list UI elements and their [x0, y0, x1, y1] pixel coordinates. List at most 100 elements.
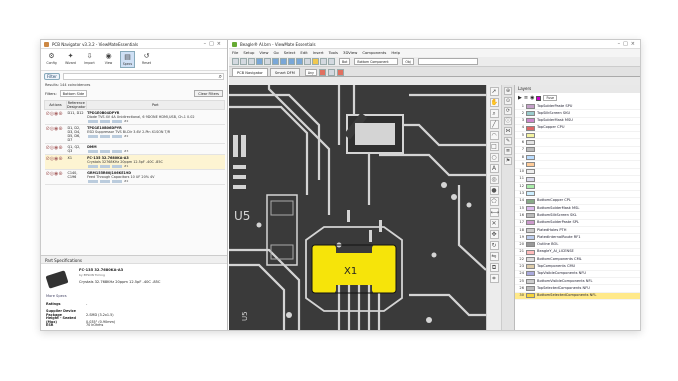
layer-color-swatch[interactable]	[526, 213, 535, 219]
highlight-icon[interactable]	[312, 58, 319, 65]
layer-row[interactable]: 17 BottomSolderPaste SPL	[515, 220, 640, 228]
menu-select[interactable]: Select	[284, 49, 296, 57]
flag-icon[interactable]	[336, 69, 344, 76]
layer-row[interactable]: 10	[515, 169, 640, 176]
redo-icon[interactable]	[272, 58, 279, 65]
layer-color-swatch[interactable]	[526, 176, 535, 182]
mirror-icon[interactable]: ⇋	[489, 252, 499, 261]
select-arrow-icon[interactable]: ➚	[489, 87, 499, 96]
pcb-canvas[interactable]: U5 X1 U5	[229, 85, 486, 330]
menu-setup[interactable]: Setup	[243, 49, 254, 57]
layer-color-swatch[interactable]	[526, 256, 535, 262]
circle-icon[interactable]: ○	[489, 153, 499, 162]
part-specifications-header[interactable]: Part Specifications	[41, 255, 227, 264]
layer-color-swatch[interactable]	[526, 264, 535, 270]
move-icon[interactable]: ✥	[489, 230, 499, 239]
layer-color-swatch[interactable]	[526, 220, 535, 226]
filter-chip[interactable]: Filter	[44, 72, 60, 80]
zoom-in-icon[interactable]	[280, 58, 287, 65]
layer-row[interactable]: 22 BottomComponents CML	[515, 256, 640, 264]
menu-components[interactable]: Components	[362, 49, 386, 57]
layer-color-swatch[interactable]	[526, 118, 535, 124]
open-icon[interactable]	[240, 58, 247, 65]
menu-edit[interactable]: Edit	[300, 49, 307, 57]
clear-filters-button[interactable]: Clear Filters	[194, 90, 223, 97]
layer-color-swatch[interactable]	[526, 293, 535, 299]
layer-row[interactable]: 11	[515, 176, 640, 184]
zoom-all-icon[interactable]: ⊙	[504, 97, 512, 105]
menu-file[interactable]: File	[232, 49, 238, 57]
menu-go[interactable]: Go	[273, 49, 278, 57]
refresh-icon[interactable]: ⟳	[504, 107, 512, 115]
via-icon[interactable]: ●	[489, 186, 499, 195]
search-input[interactable]: ⌕	[62, 72, 224, 80]
col-part[interactable]: Part	[85, 100, 226, 110]
tab-pcb-navigator[interactable]: PCB Navigator	[232, 68, 268, 76]
rect-icon[interactable]: □	[489, 142, 499, 151]
layer-color-swatch[interactable]	[536, 95, 542, 101]
menu-3dview[interactable]: 3DView	[343, 49, 357, 57]
layer-row[interactable]: 15 BottomSolderMask MSL	[515, 205, 640, 213]
stop-icon[interactable]	[318, 69, 326, 76]
table-row[interactable]: ⊘◎◉⊕ Q1, Q2, Q3 DMM #3	[44, 143, 225, 155]
layer-eye-icon[interactable]: ◉	[530, 95, 534, 101]
layer-icon[interactable]	[328, 58, 335, 65]
layer-select[interactable]: Bot	[339, 58, 351, 65]
row-actions[interactable]: ⊘◎◉⊕	[44, 169, 67, 185]
layer-row[interactable]: 3 TopSolderMask MSU	[515, 118, 640, 125]
text-icon[interactable]: A	[489, 164, 499, 173]
table-row[interactable]: ⊘◎◉⊕ D1, D2, D3, D4, D5, D6, D7 TPD1E10B…	[44, 124, 225, 144]
table-row[interactable]: ⊘◎◉⊕ C140, C196 GRM155R60J106KE19D Feed T…	[44, 169, 225, 185]
layer-row[interactable]: 30 BottomSelectedComponents NFL	[515, 292, 640, 301]
ribbon-config-button[interactable]: ⚙ Config	[44, 51, 59, 68]
layer-color-swatch[interactable]	[526, 191, 535, 197]
coordinate-field[interactable]	[417, 58, 478, 65]
layer-color-swatch[interactable]	[526, 227, 535, 233]
poly-icon[interactable]: ⬠	[489, 197, 499, 206]
menu-help[interactable]: Help	[391, 49, 400, 57]
layer-color-swatch[interactable]	[526, 249, 535, 255]
print-icon[interactable]	[256, 58, 263, 65]
layer-color-swatch[interactable]	[526, 132, 535, 138]
object-select[interactable]: Obj	[402, 58, 414, 65]
row-actions[interactable]: ⊘◎◉⊕	[44, 143, 67, 155]
ribbon-reset-button[interactable]: ↺ Reset	[139, 51, 154, 68]
layer-row[interactable]: 9	[515, 161, 640, 169]
row-actions[interactable]: ⊘◎◉⊕	[44, 154, 67, 170]
window-controls[interactable]: –□×	[204, 40, 224, 49]
copy-icon[interactable]: ⧉	[489, 263, 499, 272]
layer-color-swatch[interactable]	[526, 242, 535, 248]
layer-color-swatch[interactable]	[526, 140, 535, 146]
layer-color-swatch[interactable]	[526, 110, 535, 116]
layer-row[interactable]: 20 Outline BOL	[515, 242, 640, 249]
zoom-out-icon[interactable]	[288, 58, 295, 65]
prev-layer-icon[interactable]: ▶	[518, 95, 522, 101]
layer-color-swatch[interactable]	[526, 234, 535, 240]
delete-icon[interactable]: ✕	[489, 219, 499, 228]
table-row-selected[interactable]: ⊘◎◉⊕ X1 FC-135 32.7680KA-A3 Crystals 3276…	[44, 154, 225, 170]
zoom-window-icon[interactable]: ⊕	[504, 87, 512, 95]
layer-row[interactable]: 13	[515, 191, 640, 198]
layer-color-swatch[interactable]	[526, 147, 535, 153]
zoom-fit-icon[interactable]	[296, 58, 303, 65]
layer-color-swatch[interactable]	[526, 162, 535, 168]
more-specs-link[interactable]: More Specs	[46, 294, 67, 298]
layer-color-swatch[interactable]	[526, 271, 535, 277]
grid-icon[interactable]	[327, 69, 335, 76]
flag-tool-icon[interactable]: ⚑	[504, 157, 512, 165]
any-select[interactable]: Any	[304, 69, 317, 76]
layer-color-swatch[interactable]	[526, 154, 535, 160]
measure-icon[interactable]	[320, 58, 327, 65]
net-icon[interactable]: ⋈	[504, 127, 512, 135]
menu-tools[interactable]: Tools	[329, 49, 338, 57]
ribbon-view-button[interactable]: ◉ View	[101, 51, 116, 68]
line-icon[interactable]: ╱	[489, 120, 499, 129]
pad-icon[interactable]: ◎	[489, 175, 499, 184]
layer-color-swatch[interactable]	[526, 125, 535, 131]
ribbon-specs-button[interactable]: ▤ Specs	[120, 51, 135, 68]
fuse-button[interactable]: Fuse	[543, 95, 557, 101]
layer-row[interactable]: 6	[515, 139, 640, 147]
window-controls[interactable]: –□×	[618, 40, 638, 49]
pan-hand-icon[interactable]: ✋	[489, 98, 499, 107]
layer-row[interactable]: 4 TopCopper CPU	[515, 125, 640, 133]
